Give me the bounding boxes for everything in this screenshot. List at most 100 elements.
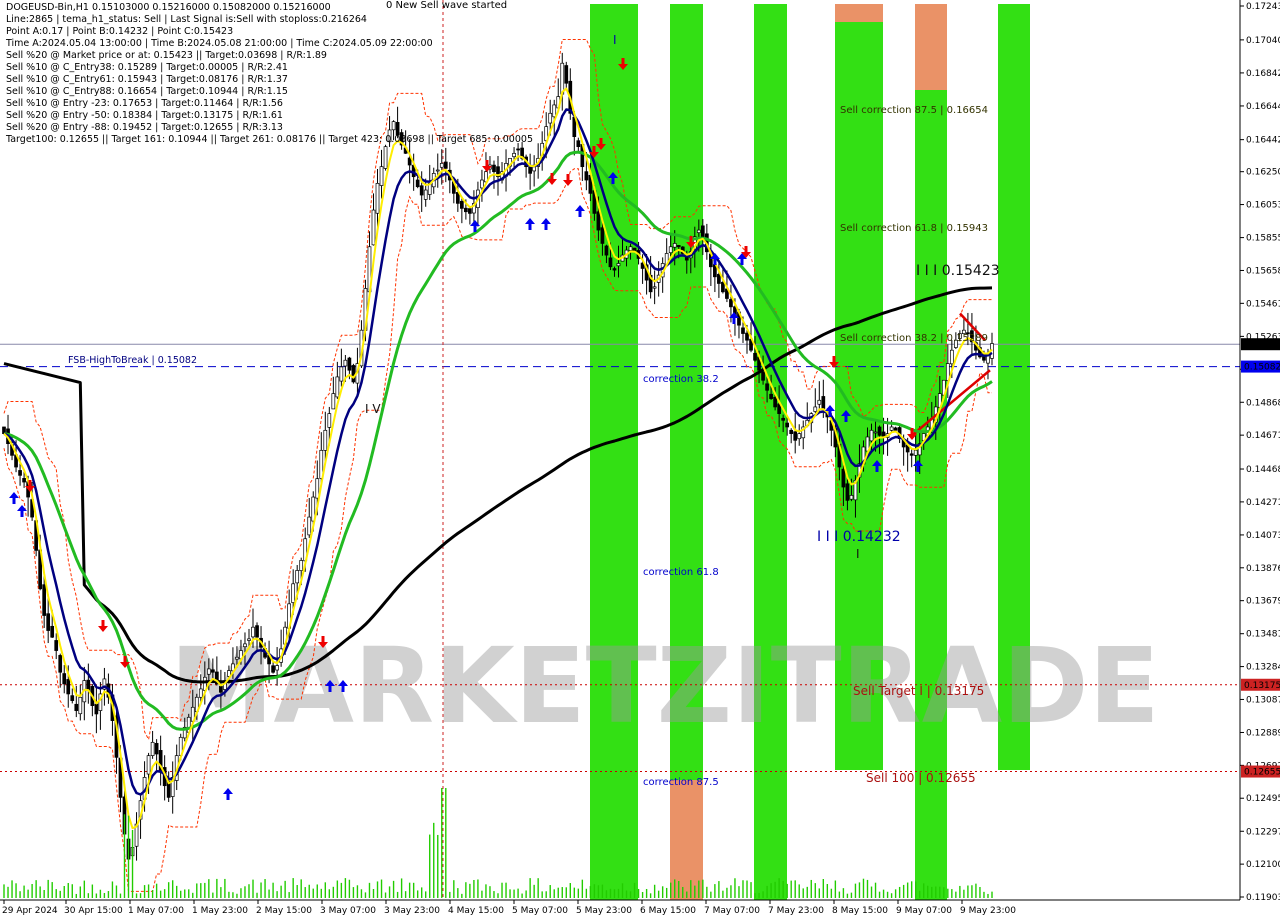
candle-body [781, 417, 786, 421]
price-tick-label: 0.12495 [1246, 794, 1280, 804]
candle-body [797, 433, 802, 440]
price-tick-label: 0.15855 [1246, 234, 1280, 244]
candle-body [845, 483, 850, 501]
candle-body [198, 688, 203, 698]
sell-100-label: Sell 100 | 0.12655 [866, 771, 976, 785]
wave-iv-label: I V [365, 402, 381, 416]
time-tick-label: 7 May 23:00 [768, 906, 824, 916]
price-tick-label: 0.16053 [1246, 201, 1280, 211]
candle-body [247, 638, 251, 641]
price-tick-label: 0.14073 [1246, 531, 1280, 541]
sell-correction-382-label: Sell correction 38.2 | 0.15289 [840, 333, 988, 344]
zone-band [835, 4, 883, 22]
candle-body [604, 245, 609, 256]
time-tick-label: 6 May 15:00 [640, 906, 696, 916]
candle-body [741, 327, 745, 334]
time-tick-label: 2 May 15:00 [256, 906, 312, 916]
sell-correction-875-label: Sell correction 87.5 | 0.16654 [840, 105, 988, 116]
price-tick-label: 0.17243 [1246, 2, 1280, 12]
candle-body [793, 431, 798, 441]
candle-body [351, 365, 356, 383]
candle-body [307, 516, 312, 536]
candle-body [548, 112, 553, 124]
candle-body [821, 396, 826, 409]
time-tick-label: 1 May 23:00 [192, 906, 248, 916]
candle-body [439, 162, 444, 168]
candle-body [343, 359, 348, 367]
watermark-text: MARKETZITRADE [170, 625, 1160, 747]
info-line: Point A:0.17 | Point B:0.14232 | Point C… [6, 26, 234, 37]
candle-body [78, 696, 83, 715]
correction-875-label: correction 87.5 [643, 777, 719, 788]
candle-body [66, 679, 71, 695]
price-tick-label: 0.17040 [1246, 36, 1280, 46]
price-tick-label: 0.14468 [1246, 465, 1280, 475]
price-tick-label: 0.16644 [1246, 102, 1280, 112]
candle-body [512, 152, 516, 158]
time-tick-label: 5 May 23:00 [576, 906, 632, 916]
candle-body [652, 286, 657, 289]
info-line: Sell %10 @ Entry -23: 0.17653 | Target:0… [6, 98, 283, 109]
candle-body [560, 62, 565, 95]
point-c-label: I I I 0.15423 [916, 263, 1000, 279]
candle-body [22, 478, 26, 483]
info-line: Time A:2024.05.04 13:00:00 | Time B:2024… [6, 38, 433, 49]
candle-body [745, 332, 749, 341]
price-tick-label: 0.14868 [1246, 398, 1280, 408]
candle-body [564, 65, 569, 84]
info-line: Sell %20 @ Market price or at: 0.15423 |… [6, 50, 327, 61]
candle-body [773, 397, 777, 408]
zone-band [915, 4, 947, 90]
fsb-label: FSB-HighToBreak | 0.15082 [68, 355, 197, 366]
candle-body [415, 179, 420, 188]
candle-body [909, 453, 914, 456]
candle-body [407, 157, 412, 166]
candle-body [335, 376, 340, 398]
candle-body [528, 166, 532, 174]
info-line: Target100: 0.12655 || Target 161: 0.1094… [6, 134, 533, 145]
candle-body [893, 427, 898, 431]
time-tick-label: 4 May 15:00 [448, 906, 504, 916]
candle-body [54, 640, 59, 651]
candle-body [295, 570, 300, 584]
candle-body [299, 560, 304, 571]
symbol-line: DOGEUSD-Bin,H1 0.15103000 0.15216000 0.1… [6, 2, 331, 13]
watermark: MARKETZITRADE [170, 625, 1160, 747]
candle-body [464, 207, 468, 213]
price-tick-label: 0.13087 [1246, 695, 1280, 705]
candle-body [271, 665, 275, 673]
candle-body [576, 140, 581, 148]
candle-body [18, 470, 22, 476]
candle-body [596, 211, 601, 231]
candle-body [761, 371, 765, 381]
candle-body [769, 393, 773, 399]
candle-body [873, 431, 878, 434]
candle-body [70, 695, 75, 701]
candle-body [785, 422, 790, 428]
candle-body [668, 246, 673, 254]
candle-body [423, 189, 428, 200]
price-tick-label: 0.12297 [1246, 827, 1280, 837]
price-tick-label: 0.15461 [1246, 299, 1280, 309]
candle-body [243, 643, 247, 648]
price-tick-label: 0.16442 [1246, 136, 1280, 146]
candle-body [913, 449, 918, 456]
point-b-label: I I I 0.14232 [817, 529, 901, 545]
candle-body [753, 352, 757, 361]
candle-body [383, 146, 388, 169]
price-tick-label: 0.13481 [1246, 630, 1280, 640]
candle-body [62, 673, 67, 685]
candle-body [817, 399, 822, 405]
candle-body [323, 429, 328, 451]
zone-band [754, 4, 787, 900]
candle-body [339, 366, 344, 382]
candle-body [435, 169, 440, 172]
zone-band [590, 4, 638, 900]
info-line: Sell %20 @ Entry -88: 0.19452 | Target:0… [6, 122, 283, 133]
time-tick-label: 3 May 07:00 [320, 906, 376, 916]
candle-body [616, 263, 621, 267]
time-tick-label: 3 May 23:00 [384, 906, 440, 916]
correction-382-label: correction 38.2 [643, 374, 719, 385]
candle-body [146, 755, 151, 775]
candle-body [717, 273, 721, 284]
